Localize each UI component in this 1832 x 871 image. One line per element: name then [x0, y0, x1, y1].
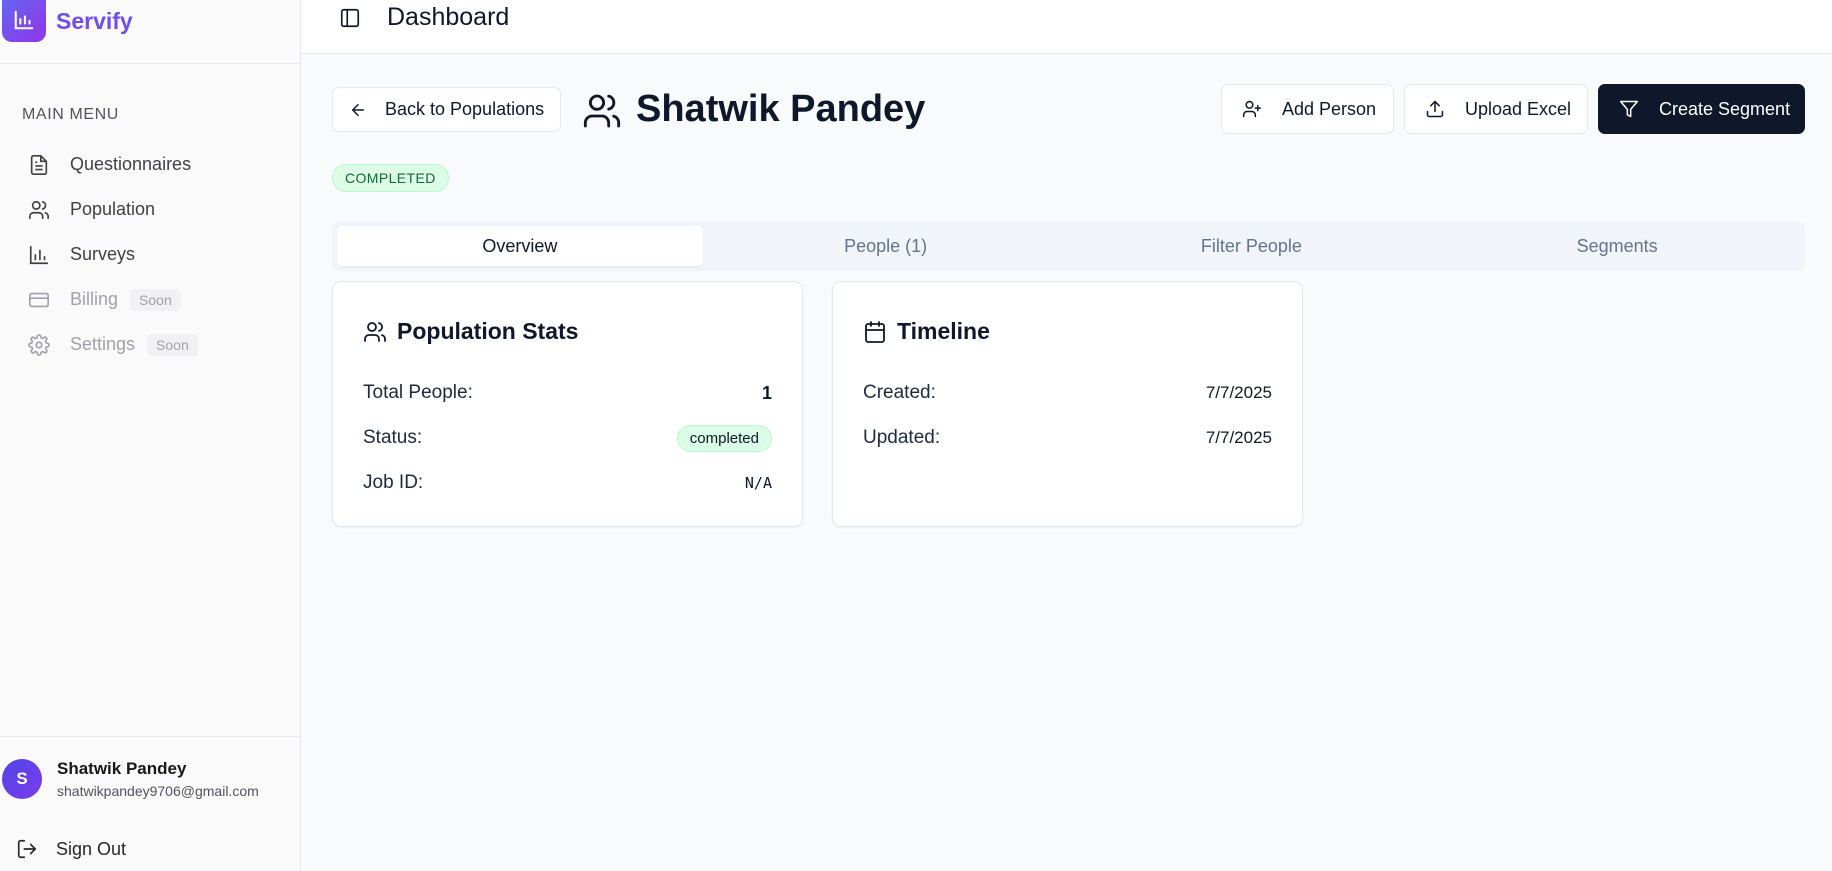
back-label: Back to Populations: [385, 99, 545, 119]
brand[interactable]: Servify: [0, 0, 300, 64]
upload-excel-label: Upload Excel: [1465, 98, 1572, 119]
credit-card-icon: [29, 292, 49, 307]
card-title: Population Stats: [397, 318, 579, 344]
soon-badge: Soon: [130, 288, 181, 311]
updated-date-value: 7/7/2025: [1205, 428, 1272, 447]
sign-out-label: Sign Out: [56, 838, 127, 859]
card-title: Timeline: [897, 318, 990, 344]
user-email: shatwikpandey9706@gmail.com: [57, 783, 259, 799]
create-segment-button[interactable]: Create Segment: [1598, 84, 1805, 134]
main-menu: Questionnaires Population Surveys Billin…: [0, 142, 300, 367]
status-value-badge: completed: [676, 424, 772, 452]
menu-heading: MAIN MENU: [22, 106, 119, 123]
brand-logo-icon: [2, 0, 46, 42]
top-bar: Dashboard: [301, 0, 1832, 54]
add-person-button[interactable]: Add Person: [1221, 84, 1394, 134]
users-icon: [364, 321, 386, 342]
timeline-row-created: Created: 7/7/2025: [863, 378, 1272, 408]
avatar: S: [2, 759, 42, 799]
filter-icon: [1619, 100, 1639, 118]
brand-name: Servify: [56, 8, 133, 34]
timeline-card: Timeline Created: 7/7/2025 Updated: 7/7/…: [832, 281, 1303, 527]
add-person-label: Add Person: [1282, 98, 1377, 119]
stat-row-status: Status: completed: [363, 423, 772, 453]
user-info: Shatwik Pandey shatwikpandey9706@gmail.c…: [57, 759, 259, 799]
sidebar-item-label: Surveys: [70, 244, 136, 264]
stat-row-total: Total People: 1: [363, 378, 772, 408]
tab-list: Overview People (1) Filter People Segmen…: [332, 221, 1805, 271]
gear-icon: [28, 333, 50, 356]
arrow-left-icon: [352, 103, 364, 116]
timeline-label: Created:: [863, 382, 936, 403]
sidebar: Servify MAIN MENU Questionnaires Populat…: [0, 0, 301, 871]
sign-out-button[interactable]: Sign Out: [16, 838, 126, 860]
sidebar-item-population[interactable]: Population: [0, 187, 300, 232]
upload-excel-button[interactable]: Upload Excel: [1404, 84, 1588, 134]
user-profile[interactable]: S Shatwik Pandey shatwikpandey9706@gmail…: [0, 736, 300, 799]
sidebar-item-surveys[interactable]: Surveys: [0, 232, 300, 277]
user-name: Shatwik Pandey: [57, 759, 187, 778]
tab-people[interactable]: People (1): [703, 226, 1069, 266]
users-icon: [583, 94, 621, 128]
file-text-icon: [30, 154, 48, 175]
tab-overview[interactable]: Overview: [337, 226, 703, 266]
stat-label: Total People:: [363, 382, 473, 403]
stat-label: Status:: [363, 427, 423, 448]
stat-row-job: Job ID: N/A: [363, 468, 772, 498]
stat-label: Job ID:: [363, 472, 424, 493]
job-id-value: N/A: [744, 474, 772, 492]
timeline-row-updated: Updated: 7/7/2025: [863, 423, 1272, 453]
back-to-populations-button[interactable]: Back to Populations: [332, 87, 561, 132]
soon-badge: Soon: [147, 333, 198, 356]
population-stats-card: Population Stats Total People: 1 Status:…: [332, 281, 803, 527]
sidebar-item-billing: Billing Soon: [0, 277, 300, 322]
status-badge: COMPLETED: [332, 164, 449, 192]
bar-chart-icon: [29, 245, 49, 264]
upload-icon: [1426, 100, 1444, 118]
sidebar-item-label: Billing: [70, 289, 119, 309]
total-people-value: 1: [761, 382, 772, 403]
sidebar-item-label: Settings: [70, 334, 136, 354]
timeline-label: Updated:: [863, 427, 941, 448]
sidebar-item-settings: Settings Soon: [0, 322, 300, 367]
tab-segments[interactable]: Segments: [1434, 226, 1800, 266]
users-icon: [29, 200, 49, 219]
log-out-icon: [17, 839, 37, 859]
sidebar-toggle-icon[interactable]: [339, 7, 361, 29]
tab-filter-people[interactable]: Filter People: [1069, 226, 1435, 266]
user-plus-icon: [1242, 100, 1262, 118]
calendar-icon: [865, 320, 885, 343]
card-header: Population Stats: [363, 318, 578, 345]
sidebar-item-label: Questionnaires: [70, 154, 192, 174]
page-title: Shatwik Pandey: [636, 88, 926, 130]
page-heading: Dashboard: [387, 3, 510, 31]
sidebar-item-questionnaires[interactable]: Questionnaires: [0, 142, 300, 187]
create-segment-label: Create Segment: [1659, 98, 1791, 119]
created-date-value: 7/7/2025: [1205, 383, 1272, 402]
sidebar-item-label: Population: [70, 199, 156, 219]
card-header: Timeline: [863, 318, 990, 345]
